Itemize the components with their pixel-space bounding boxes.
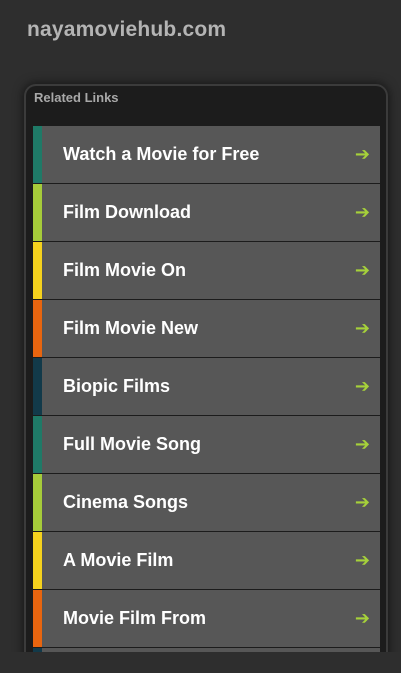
related-link-label: A Movie Film: [63, 550, 174, 570]
related-link-label: Watch a Movie for Free: [63, 144, 260, 164]
related-link-label: Cinema Songs: [63, 492, 189, 512]
related-link-label: Biopic Films: [63, 376, 171, 396]
page: nayamoviehub.com Related Links Watch a M…: [0, 0, 401, 673]
accent-bar: [33, 242, 42, 299]
arrow-right-icon: ➔: [354, 259, 370, 280]
related-link-label: Film Movie New: [63, 318, 199, 338]
related-link-item[interactable]: Cinema Songs ➔: [33, 474, 380, 531]
arrow-right-icon: ➔: [354, 201, 370, 222]
arrow-right-icon: ➔: [354, 143, 370, 164]
site-title[interactable]: nayamoviehub.com: [27, 18, 226, 42]
related-links-panel: Related Links Watch a Movie for Free ➔ Fil…: [26, 86, 386, 673]
accent-bar: [33, 300, 42, 357]
accent-bar: [33, 474, 42, 531]
related-link-item[interactable]: A Movie Film ➔: [33, 532, 380, 589]
accent-bar: [33, 590, 42, 647]
panel-header: Related Links: [34, 90, 119, 105]
related-link-item[interactable]: Full Movie Song ➔: [33, 416, 380, 473]
page-bottom: [0, 652, 401, 673]
arrow-right-icon: ➔: [354, 549, 370, 570]
related-link-item[interactable]: Movie Film From ➔: [33, 590, 380, 647]
arrow-right-icon: ➔: [354, 491, 370, 512]
related-link-item[interactable]: Biopic Films ➔: [33, 358, 380, 415]
related-link-item[interactable]: Film Download ➔: [33, 184, 380, 241]
accent-bar: [33, 358, 42, 415]
accent-bar: [33, 184, 42, 241]
related-link-item[interactable]: Watch a Movie for Free ➔: [33, 126, 380, 183]
accent-bar: [33, 126, 42, 183]
related-link-item[interactable]: Film Movie New ➔: [33, 300, 380, 357]
accent-bar: [33, 416, 42, 473]
arrow-right-icon: ➔: [354, 433, 370, 454]
related-links-list: Watch a Movie for Free ➔ Film Download ➔ Fil…: [33, 126, 380, 673]
arrow-right-icon: ➔: [354, 317, 370, 338]
related-link-label: Movie Film From: [63, 608, 207, 628]
related-link-label: Film Movie On: [63, 260, 187, 280]
related-link-label: Film Download: [63, 202, 191, 222]
related-link-label: Full Movie Song: [63, 434, 201, 454]
arrow-right-icon: ➔: [354, 607, 370, 628]
arrow-right-icon: ➔: [354, 375, 370, 396]
related-link-item[interactable]: Film Movie On ➔: [33, 242, 380, 299]
accent-bar: [33, 532, 42, 589]
